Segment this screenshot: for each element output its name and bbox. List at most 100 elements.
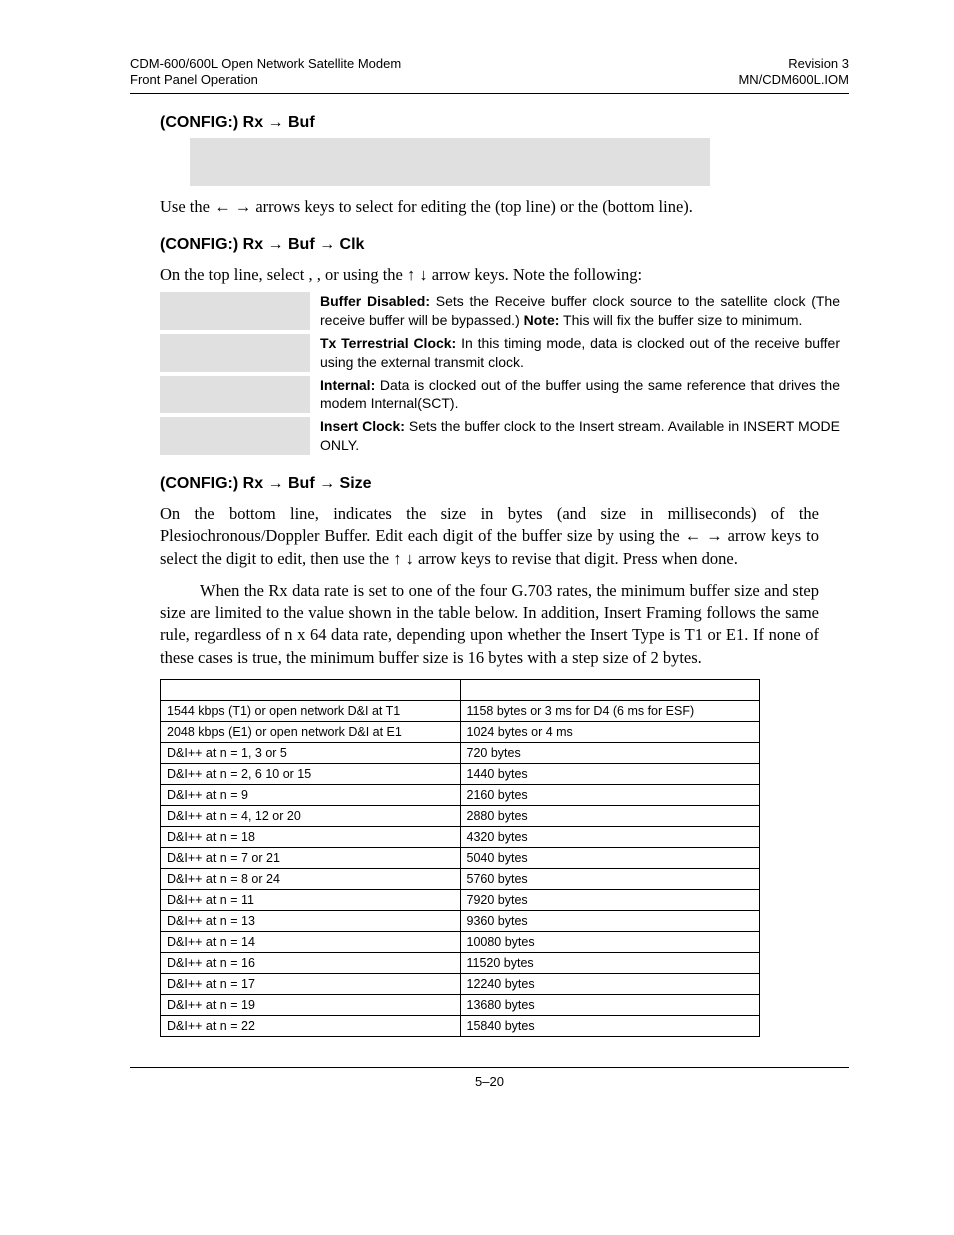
table-header-blank2: [460, 680, 760, 701]
table-cell: D&I++ at n = 11: [161, 890, 461, 911]
arrow-left-icon: ←: [214, 198, 231, 216]
option-row: Tx Terrestrial Clock: In this timing mod…: [160, 332, 840, 374]
table-cell: 4320 bytes: [460, 827, 760, 848]
option-label: [160, 376, 310, 414]
arrow-right-icon: →: [319, 475, 335, 492]
option-bold: Insert Clock:: [320, 418, 405, 434]
table-row: D&I++ at n = 2, 6 10 or 151440 bytes: [161, 764, 760, 785]
table-cell: 1440 bytes: [460, 764, 760, 785]
text-run: When the Rx data rate is set to one of t…: [160, 581, 819, 667]
option-bold: Internal:: [320, 377, 375, 393]
table-row: D&I++ at n = 1, 3 or 5720 bytes: [161, 743, 760, 764]
option-label: [160, 292, 310, 330]
heading-text: (CONFIG:) Rx: [160, 475, 268, 492]
header-rule: [130, 93, 849, 94]
text-run: arrows keys to select for editing the: [251, 197, 495, 216]
arrow-right-icon: →: [319, 236, 335, 253]
table-cell: 1544 kbps (T1) or open network D&I at T1: [161, 701, 461, 722]
table-cell: D&I++ at n = 2, 6 10 or 15: [161, 764, 461, 785]
arrow-left-icon: ←: [685, 527, 702, 545]
table-cell: 15840 bytes: [460, 1016, 760, 1037]
option-row: Internal: Data is clocked out of the buf…: [160, 374, 840, 416]
table-cell: 11520 bytes: [460, 953, 760, 974]
option-label: [160, 417, 310, 455]
heading-text: Buf: [284, 475, 320, 492]
option-label: [160, 334, 310, 372]
paragraph-note: When the Rx data rate is set to one of t…: [160, 580, 819, 669]
table-cell: 2880 bytes: [460, 806, 760, 827]
table-row: D&I++ at n = 4, 12 or 202880 bytes: [161, 806, 760, 827]
option-text: Tx Terrestrial Clock: In this timing mod…: [320, 334, 840, 372]
text-run: using the: [343, 265, 407, 284]
table-cell: 1158 bytes or 3 ms for D4 (6 ms for ESF): [460, 701, 760, 722]
paragraph-size-intro: On the bottom line, indicates the size i…: [160, 503, 819, 570]
arrow-right-icon: →: [268, 236, 284, 253]
section-heading-clk: (CONFIG:) Rx → Buf → Clk: [160, 236, 849, 254]
heading-text: (CONFIG:) Rx: [160, 114, 268, 131]
table-row: 1544 kbps (T1) or open network D&I at T1…: [161, 701, 760, 722]
option-bold: Note:: [524, 312, 560, 328]
paragraph-clk-intro: On the top line, select , , or using the…: [160, 264, 819, 286]
header-left-line1: CDM-600/600L Open Network Satellite Mode…: [130, 56, 401, 72]
table-row: D&I++ at n = 117920 bytes: [161, 890, 760, 911]
heading-text: Clk: [335, 236, 364, 253]
option-text: Buffer Disabled: Sets the Receive buffer…: [320, 292, 840, 330]
table-cell: D&I++ at n = 4, 12 or 20: [161, 806, 461, 827]
table-cell: D&I++ at n = 1, 3 or 5: [161, 743, 461, 764]
table-row: D&I++ at n = 8 or 245760 bytes: [161, 869, 760, 890]
table-cell: 7920 bytes: [460, 890, 760, 911]
option-row: Buffer Disabled: Sets the Receive buffer…: [160, 290, 840, 332]
table-cell: D&I++ at n = 17: [161, 974, 461, 995]
text-run: Use the: [160, 197, 214, 216]
paragraph-buf-intro: Use the ← → arrows keys to select for ed…: [160, 196, 819, 218]
header-left: CDM-600/600L Open Network Satellite Mode…: [130, 56, 401, 89]
table-cell: 5040 bytes: [460, 848, 760, 869]
header-left-line2: Front Panel Operation: [130, 72, 401, 88]
section-heading-size: (CONFIG:) Rx → Buf → Size: [160, 475, 849, 493]
text-run: ,: [308, 265, 316, 284]
table-row: D&I++ at n = 1410080 bytes: [161, 932, 760, 953]
table-row: D&I++ at n = 184320 bytes: [161, 827, 760, 848]
arrow-right-icon: →: [235, 198, 252, 216]
arrow-down-icon: ↓: [406, 550, 414, 568]
heading-text: Size: [335, 475, 371, 492]
arrow-right-icon: →: [268, 114, 284, 131]
header-right-line1: Revision 3: [738, 56, 849, 72]
table-cell: D&I++ at n = 13: [161, 911, 461, 932]
section-heading-buf: (CONFIG:) Rx → Buf: [160, 114, 849, 132]
table-cell: 9360 bytes: [460, 911, 760, 932]
option-text: Internal: Data is clocked out of the buf…: [320, 376, 840, 414]
header-right-line2: MN/CDM600L.IOM: [738, 72, 849, 88]
table-cell: D&I++ at n = 18: [161, 827, 461, 848]
text-run: or: [325, 265, 343, 284]
text-run: (top line) or the: [495, 197, 602, 216]
table-row: D&I++ at n = 1712240 bytes: [161, 974, 760, 995]
option-bold: Buffer Disabled:: [320, 293, 430, 309]
page-header: CDM-600/600L Open Network Satellite Mode…: [130, 56, 849, 89]
table-header-blank1: [161, 680, 461, 701]
table-cell: D&I++ at n = 16: [161, 953, 461, 974]
table-cell: 10080 bytes: [460, 932, 760, 953]
table-cell: D&I++ at n = 14: [161, 932, 461, 953]
heading-text: Buf: [284, 114, 315, 131]
text-run: This will fix the buffer size to minimum…: [559, 312, 802, 328]
table-cell: 12240 bytes: [460, 974, 760, 995]
table-cell: D&I++ at n = 9: [161, 785, 461, 806]
lcd-display-box: [190, 138, 710, 186]
header-right: Revision 3 MN/CDM600L.IOM: [738, 56, 849, 89]
text-run: Data is clocked out of the buffer using …: [320, 377, 840, 412]
table-cell: D&I++ at n = 22: [161, 1016, 461, 1037]
text-run: arrow keys. Note the following:: [428, 265, 642, 284]
text-run: ,: [317, 265, 325, 284]
text-run: (bottom line).: [602, 197, 693, 216]
option-row: Insert Clock: Sets the buffer clock to t…: [160, 415, 840, 457]
footer-rule: [130, 1067, 849, 1068]
option-bold: Tx Terrestrial Clock:: [320, 335, 456, 351]
table-cell: D&I++ at n = 8 or 24: [161, 869, 461, 890]
table-cell: 5760 bytes: [460, 869, 760, 890]
table-cell: 13680 bytes: [460, 995, 760, 1016]
table-row: D&I++ at n = 7 or 215040 bytes: [161, 848, 760, 869]
heading-text: Buf: [284, 236, 320, 253]
table-cell: 720 bytes: [460, 743, 760, 764]
table-row: D&I++ at n = 2215840 bytes: [161, 1016, 760, 1037]
